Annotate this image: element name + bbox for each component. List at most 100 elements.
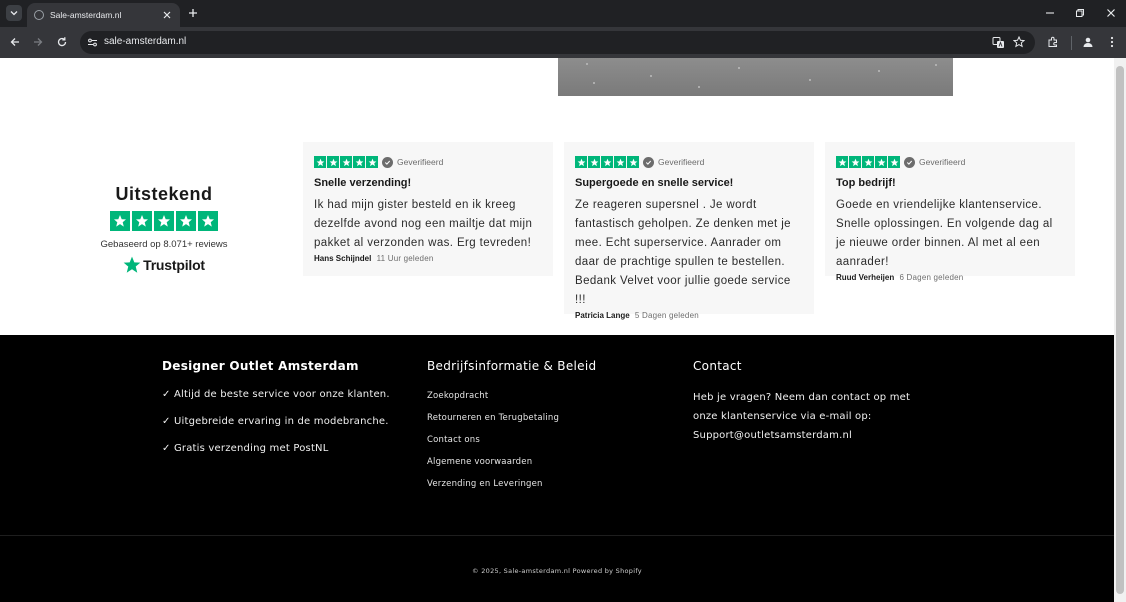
- restore-button[interactable]: [1073, 6, 1087, 20]
- star-icon: [314, 156, 326, 168]
- star-icon: [575, 156, 587, 168]
- page-viewport: Uitstekend Gebaseerd op 8.071+ reviews T…: [0, 58, 1114, 602]
- review-text: Goede en vriendelijke klantenservice. Sn…: [836, 199, 1053, 268]
- site-footer: Designer Outlet Amsterdam ✓ Altijd de be…: [0, 335, 1114, 602]
- star-icon: [132, 211, 152, 231]
- review-stars: [836, 156, 900, 168]
- restore-icon: [1076, 9, 1084, 17]
- forward-button[interactable]: [30, 34, 46, 50]
- footer-about: Designer Outlet Amsterdam ✓ Altijd de be…: [162, 359, 402, 454]
- tab-close-button[interactable]: [161, 9, 173, 21]
- trustpilot-star-icon: [123, 256, 141, 273]
- review-author: Ruud Verheijen: [836, 273, 895, 282]
- back-button[interactable]: [7, 34, 23, 50]
- verified-label: Geverifieerd: [919, 157, 966, 167]
- site-info-icon[interactable]: [86, 36, 98, 48]
- page-scrollbar[interactable]: [1114, 58, 1126, 602]
- star-icon: [327, 156, 339, 168]
- star-icon: [154, 211, 174, 231]
- usp-item: ✓ Gratis verzending met PostNL: [162, 443, 329, 454]
- star-icon: [614, 156, 626, 168]
- review-title: Snelle verzending!: [314, 177, 412, 189]
- star-icon: [836, 156, 848, 168]
- rating-heading: Uitstekend: [115, 184, 213, 204]
- contact-text: Heb je vragen? Neem dan contact op met o…: [693, 392, 911, 441]
- reload-icon: [57, 37, 67, 47]
- review-text: Ik had mijn gister besteld en ik kreeg d…: [314, 199, 533, 249]
- star-icon: [353, 156, 365, 168]
- minimize-button[interactable]: [1043, 6, 1057, 20]
- minimize-icon: [1046, 12, 1054, 14]
- arrow-left-icon: [10, 38, 19, 46]
- close-icon: [163, 11, 171, 19]
- verified-check-icon: [643, 156, 654, 168]
- trustpilot-logo[interactable]: Trustpilot: [96, 256, 232, 274]
- review-card: Geverifieerd Supergoede en snelle servic…: [564, 142, 814, 320]
- star-icon: [340, 156, 352, 168]
- address-bar[interactable]: sale-amsterdam.nl: [80, 31, 1035, 54]
- star-icon: [849, 156, 861, 168]
- verified-label: Geverifieerd: [397, 157, 444, 167]
- close-icon: [1107, 9, 1115, 17]
- verified-check-icon: [382, 156, 393, 168]
- verified-label: Geverifieerd: [658, 157, 705, 167]
- bookmark-star-icon[interactable]: [1012, 35, 1026, 49]
- star-icon: [601, 156, 613, 168]
- trustpilot-summary: Uitstekend Gebaseerd op 8.071+ reviews T…: [96, 184, 232, 274]
- star-icon: [627, 156, 639, 168]
- toolbar-separator: [1071, 36, 1072, 50]
- footer-link-shipping[interactable]: Verzending en Leveringen: [427, 479, 647, 489]
- url-text: sale-amsterdam.nl: [104, 36, 187, 47]
- review-card: Geverifieerd Top bedrijf! Goede en vrien…: [825, 142, 1075, 282]
- reload-button[interactable]: [54, 34, 70, 50]
- trustpilot-logo-text: Trustpilot: [143, 257, 205, 273]
- translate-icon[interactable]: [991, 35, 1005, 49]
- browser-tab[interactable]: Sale-amsterdam.nl: [27, 3, 180, 27]
- usp-item: ✓ Uitgebreide ervaring in de modebranche…: [162, 416, 389, 427]
- review-date: 11 Uur geleden: [376, 254, 434, 263]
- star-icon: [110, 211, 130, 231]
- tab-title: Sale-amsterdam.nl: [50, 10, 122, 20]
- footer-link-search[interactable]: Zoekopdracht: [427, 391, 647, 401]
- verified-check-icon: [904, 156, 915, 168]
- new-tab-button[interactable]: [186, 6, 200, 20]
- browser-toolbar: sale-amsterdam.nl: [0, 27, 1126, 58]
- tab-list-button[interactable]: [6, 5, 22, 21]
- review-author: Hans Schijndel: [314, 254, 372, 263]
- star-icon: [875, 156, 887, 168]
- review-stars: [314, 156, 378, 168]
- review-date: 6 Dagen geleden: [899, 273, 964, 282]
- profile-icon[interactable]: [1081, 35, 1095, 49]
- scrollbar-thumb[interactable]: [1116, 66, 1124, 594]
- review-count: Gebaseerd op 8.071+ reviews: [100, 239, 228, 250]
- star-icon: [176, 211, 196, 231]
- browser-tab-bar: Sale-amsterdam.nl: [0, 0, 1126, 27]
- footer-link-terms[interactable]: Algemene voorwaarden: [427, 457, 647, 467]
- star-icon: [862, 156, 874, 168]
- footer-link-returns[interactable]: Retourneren en Terugbetaling: [427, 413, 647, 423]
- copyright: © 2025, Sale-amsterdam.nl Powered by Sho…: [472, 567, 642, 575]
- menu-kebab-icon[interactable]: [1105, 35, 1119, 49]
- footer-heading: Designer Outlet Amsterdam: [162, 359, 359, 373]
- banner-image: [558, 58, 953, 96]
- review-card: Geverifieerd Snelle verzending! Ik had m…: [303, 142, 553, 276]
- review-author: Patricia Lange: [575, 311, 630, 320]
- footer-heading: Bedrijfsinformatie & Beleid: [427, 359, 597, 373]
- usp-item: ✓ Altijd de beste service voor onze klan…: [162, 389, 390, 400]
- footer-link-contact[interactable]: Contact ons: [427, 435, 647, 445]
- plus-icon: [189, 9, 197, 17]
- review-title: Supergoede en snelle service!: [575, 177, 734, 189]
- extensions-icon[interactable]: [1046, 35, 1060, 49]
- footer-heading: Contact: [693, 359, 742, 373]
- rating-stars: [96, 211, 232, 231]
- close-window-button[interactable]: [1104, 6, 1118, 20]
- star-icon: [198, 211, 218, 231]
- footer-policies: Bedrijfsinformatie & Beleid Zoekopdracht…: [427, 359, 647, 489]
- star-icon: [888, 156, 900, 168]
- review-stars: [575, 156, 639, 168]
- review-date: 5 Dagen geleden: [634, 311, 699, 320]
- arrow-right-icon: [34, 38, 43, 46]
- review-text: Ze reageren supersnel . Je wordt fantast…: [575, 199, 791, 306]
- footer-divider: [0, 535, 1114, 536]
- review-title: Top bedrijf!: [836, 177, 896, 189]
